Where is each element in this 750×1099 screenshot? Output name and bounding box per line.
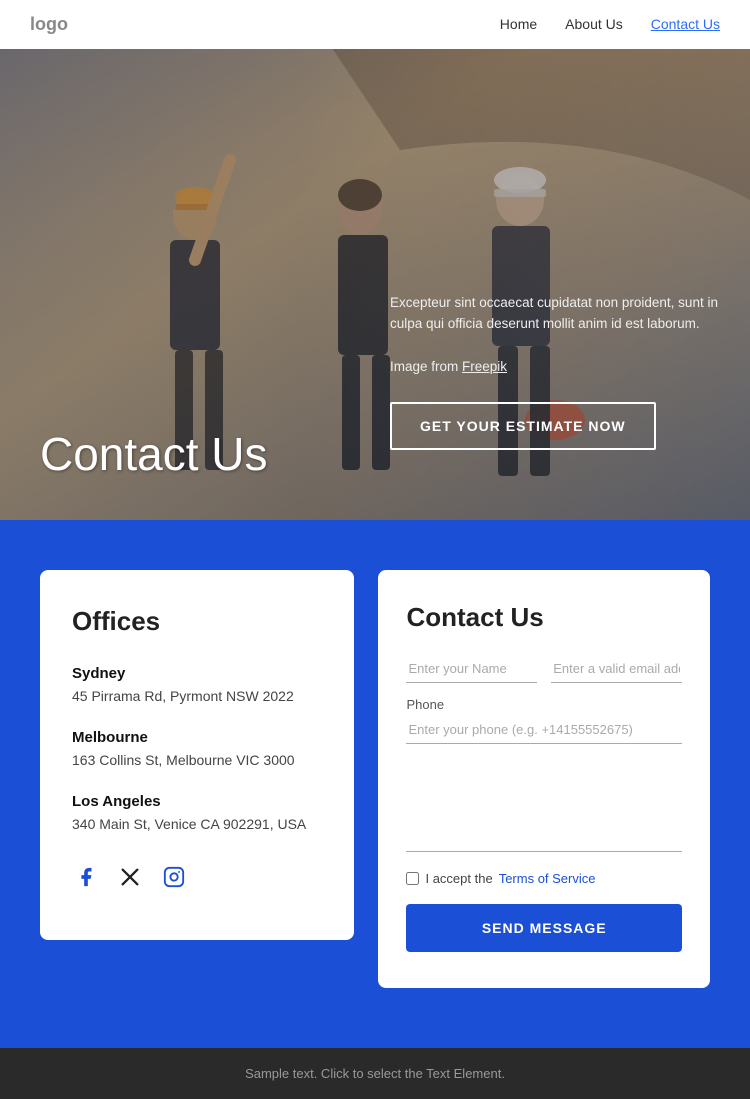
- get-estimate-button[interactable]: GET YOUR ESTIMATE NOW: [390, 402, 656, 450]
- cards-row: Offices Sydney 45 Pirrama Rd, Pyrmont NS…: [40, 570, 710, 988]
- office-addr-sydney: 45 Pirrama Rd, Pyrmont NSW 2022: [72, 686, 322, 707]
- nav-about[interactable]: About Us: [565, 16, 623, 32]
- twitter-x-icon[interactable]: [116, 863, 144, 891]
- name-input[interactable]: [406, 655, 537, 683]
- office-melbourne: Melbourne 163 Collins St, Melbourne VIC …: [72, 729, 322, 771]
- logo: logo: [30, 14, 68, 35]
- email-input[interactable]: [551, 655, 682, 683]
- footer-text[interactable]: Sample text. Click to select the Text El…: [30, 1066, 720, 1081]
- phone-group: Phone: [406, 697, 682, 758]
- office-addr-melbourne: 163 Collins St, Melbourne VIC 3000: [72, 750, 322, 771]
- hero-section: Contact Us Excepteur sint occaecat cupid…: [0, 0, 750, 520]
- contact-form-card: Contact Us Phone I accept the Terms of S…: [378, 570, 710, 988]
- name-email-row: [406, 655, 682, 697]
- office-los-angeles: Los Angeles 340 Main St, Venice CA 90229…: [72, 793, 322, 835]
- message-group: [406, 772, 682, 857]
- email-field-group: [551, 655, 682, 683]
- hero-left: Contact Us: [40, 429, 370, 480]
- hero-description: Excepteur sint occaecat cupidatat non pr…: [390, 292, 720, 378]
- nav-links: Home About Us Contact Us: [500, 16, 720, 34]
- office-city-sydney: Sydney: [72, 665, 322, 682]
- hero-content: Contact Us Excepteur sint occaecat cupid…: [0, 0, 750, 520]
- nav-home[interactable]: Home: [500, 16, 537, 32]
- office-addr-la: 340 Main St, Venice CA 902291, USA: [72, 814, 322, 835]
- footer: Sample text. Click to select the Text El…: [0, 1048, 750, 1099]
- navbar: logo Home About Us Contact Us: [0, 0, 750, 49]
- terms-row: I accept the Terms of Service: [406, 871, 682, 886]
- social-icons: [72, 863, 322, 891]
- offices-card: Offices Sydney 45 Pirrama Rd, Pyrmont NS…: [40, 570, 354, 940]
- offices-title: Offices: [72, 606, 322, 637]
- hero-right: Excepteur sint occaecat cupidatat non pr…: [370, 292, 720, 480]
- message-textarea[interactable]: [406, 772, 682, 852]
- terms-link[interactable]: Terms of Service: [499, 871, 596, 886]
- phone-label: Phone: [406, 697, 682, 712]
- office-city-la: Los Angeles: [72, 793, 322, 810]
- facebook-icon[interactable]: [72, 863, 100, 891]
- freepik-link[interactable]: Freepik: [462, 359, 507, 374]
- terms-text: I accept the: [425, 871, 492, 886]
- phone-input[interactable]: [406, 716, 682, 744]
- nav-contact[interactable]: Contact Us: [651, 16, 720, 32]
- office-sydney: Sydney 45 Pirrama Rd, Pyrmont NSW 2022: [72, 665, 322, 707]
- instagram-icon[interactable]: [160, 863, 188, 891]
- office-city-melbourne: Melbourne: [72, 729, 322, 746]
- blue-section: Offices Sydney 45 Pirrama Rd, Pyrmont NS…: [0, 520, 750, 1048]
- terms-checkbox[interactable]: [406, 872, 419, 885]
- name-field-group: [406, 655, 537, 683]
- contact-form-title: Contact Us: [406, 602, 682, 633]
- send-message-button[interactable]: SEND MESSAGE: [406, 904, 682, 952]
- hero-title: Contact Us: [40, 429, 370, 480]
